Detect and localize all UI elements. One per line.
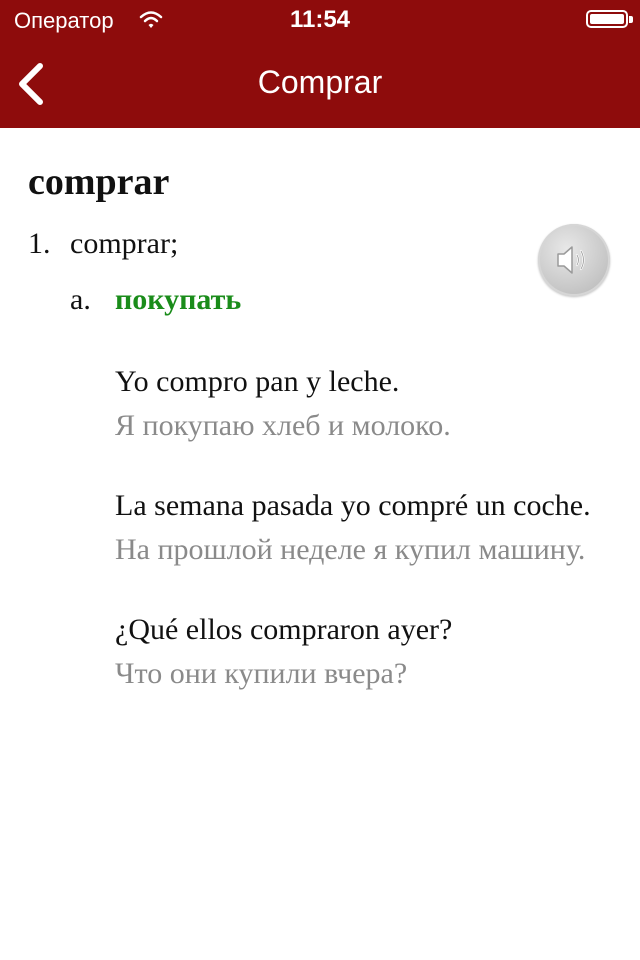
example-item: ¿Qué ellos compraron ayer? Что они купил…: [115, 608, 613, 696]
sense-text: comprar;: [70, 227, 179, 260]
examples-list: Yo compro pan y leche. Я покупаю хлеб и …: [115, 360, 613, 732]
example-source: Yo compro pan y leche.: [115, 365, 400, 398]
example-translation: Я покупаю хлеб и молоко.: [115, 409, 451, 442]
example-translation: Что они купили вчера?: [115, 657, 408, 690]
play-audio-button[interactable]: [538, 224, 610, 296]
page-title: Comprar: [257, 64, 383, 100]
subsense-letter: a.: [70, 283, 91, 316]
navigation-bar: Comprar: [0, 40, 640, 128]
example-item: Yo compro pan y leche. Я покупаю хлеб и …: [115, 360, 613, 448]
headword: comprar: [28, 161, 170, 203]
battery-icon: [586, 10, 633, 28]
status-time: 11:54: [289, 6, 351, 33]
example-source: ¿Qué ellos compraron ayer?: [115, 613, 453, 646]
status-bar: Оператор 11:54: [0, 0, 640, 40]
speaker-icon: [557, 246, 585, 274]
example-source: La semana pasada yo compré un coche.: [115, 489, 591, 522]
translation: покупать: [115, 283, 242, 316]
example-item: La semana pasada yo compré un coche. На …: [115, 484, 613, 572]
example-translation: На прошлой неделе я купил машину.: [115, 533, 586, 566]
sense-number: 1.: [28, 227, 51, 260]
top-bar: Оператор 11:54 Comprar: [0, 0, 640, 128]
